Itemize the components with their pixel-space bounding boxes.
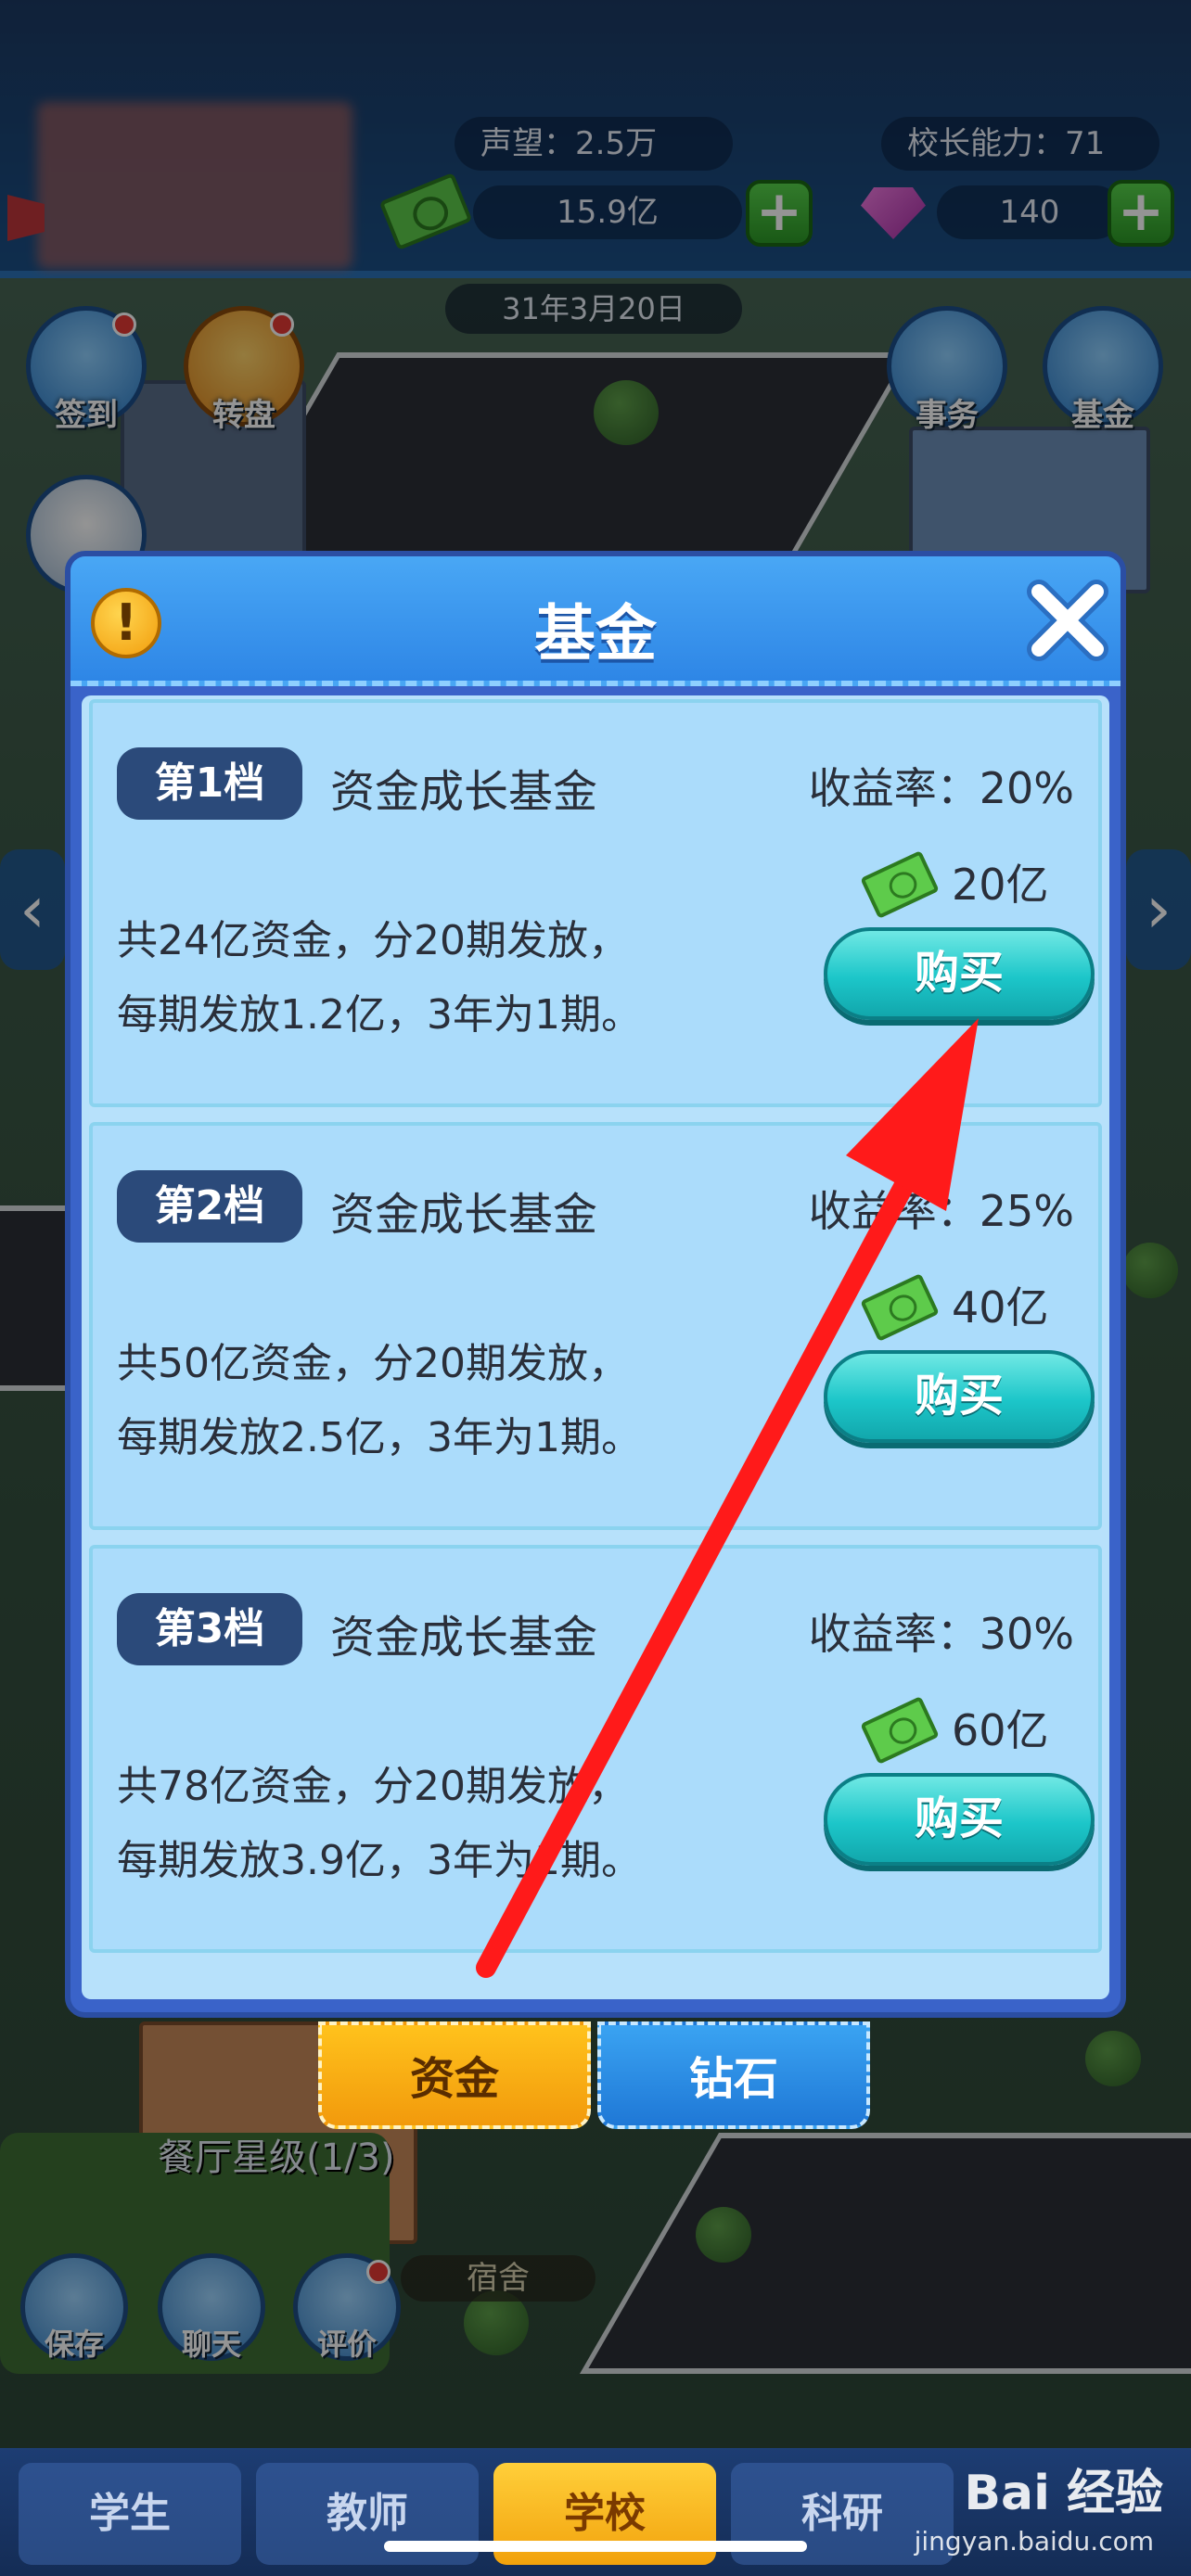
home-indicator[interactable] <box>384 2541 807 2552</box>
tier-desc-line1: 共50亿资金，分20期发放， <box>117 1340 629 1387</box>
tier-name: 资金成长基金 <box>330 1612 598 1664</box>
tier-badge: 第3档 <box>117 1593 302 1665</box>
nav-school-label: 学校 <box>564 2490 646 2537</box>
watermark-url: jingyan.baidu.com <box>914 2526 1154 2557</box>
tier-yield: 收益率：30% <box>808 1609 1074 1659</box>
tier-desc-line2: 每期发放2.5亿，3年为1期。 <box>117 1414 642 1461</box>
buy-button-tier-1[interactable]: 购买 <box>824 927 1095 1020</box>
close-icon[interactable] <box>1026 579 1109 662</box>
tier-card-2: 第2档 资金成长基金 收益率：25% 40亿 共50亿资金，分20期发放， 每期… <box>89 1122 1102 1530</box>
tier-price: 60亿 <box>952 1705 1049 1755</box>
tier-card-1: 第1档 资金成长基金 收益率：20% 20亿 共24亿资金，分20期发放， 每期… <box>89 699 1102 1107</box>
tier-desc-line2: 每期发放1.2亿，3年为1期。 <box>117 991 642 1039</box>
tier-desc-line1: 共24亿资金，分20期发放， <box>117 917 629 964</box>
tier-yield: 收益率：25% <box>808 1186 1074 1236</box>
tier-card-3: 第3档 资金成长基金 收益率：30% 60亿 共78亿资金，分20期发放， 每期… <box>89 1545 1102 1953</box>
cash-icon <box>860 1273 940 1342</box>
cash-icon <box>860 850 940 919</box>
tier-price: 40亿 <box>952 1282 1049 1333</box>
tier-name: 资金成长基金 <box>330 1189 598 1241</box>
buy-button-tier-2[interactable]: 购买 <box>824 1350 1095 1443</box>
tier-yield: 收益率：20% <box>808 763 1074 813</box>
tier-name: 资金成长基金 <box>330 766 598 818</box>
buy-button-tier-3[interactable]: 购买 <box>824 1773 1095 1866</box>
tab-gems[interactable]: 钻石 <box>597 2021 870 2129</box>
nav-research-label: 科研 <box>801 2490 883 2537</box>
modal-title: 基金 <box>534 598 657 670</box>
tier-desc-line2: 每期发放3.9亿，3年为1期。 <box>117 1837 642 1884</box>
nav-students-label: 学生 <box>89 2490 171 2537</box>
nav-students[interactable]: 学生 <box>19 2463 241 2565</box>
cash-icon <box>860 1696 940 1765</box>
tab-cash[interactable]: 资金 <box>318 2021 591 2129</box>
modal-header: ! 基金 <box>70 556 1121 686</box>
watermark-brand: Bai 经验 <box>964 2466 1163 2521</box>
nav-teachers-label: 教师 <box>327 2490 408 2537</box>
tier-price: 20亿 <box>952 860 1049 910</box>
tier-list: 第1档 资金成长基金 收益率：20% 20亿 共24亿资金，分20期发放， 每期… <box>82 695 1109 1999</box>
tier-desc-line1: 共78亿资金，分20期发放， <box>117 1763 629 1810</box>
tier-badge: 第2档 <box>117 1170 302 1243</box>
tier-badge: 第1档 <box>117 747 302 820</box>
fund-modal: ! 基金 第1档 资金成长基金 收益率：20% 20亿 共24亿资金，分20期发… <box>65 551 1126 2018</box>
